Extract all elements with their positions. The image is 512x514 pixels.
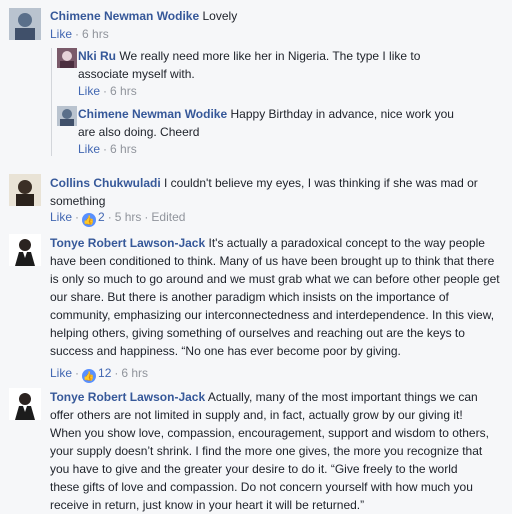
comment-text: Nki Ru We really need more like her in N… bbox=[78, 47, 448, 83]
like-button[interactable]: Like bbox=[50, 27, 72, 41]
avatar-photo-icon bbox=[9, 174, 41, 206]
comment-text: Tonye Robert Lawson-Jack It's actually a… bbox=[50, 234, 500, 360]
comment-text: Collins Chukwuladi I couldn't believe my… bbox=[50, 174, 490, 210]
commenter-name[interactable]: Tonye Robert Lawson-Jack bbox=[50, 236, 205, 250]
comment-actions: Like · 6 hrs bbox=[78, 84, 137, 98]
avatar[interactable] bbox=[9, 8, 41, 40]
avatar[interactable] bbox=[9, 234, 41, 266]
commenter-name[interactable]: Chimene Newman Wodike bbox=[78, 107, 227, 121]
commenter-name[interactable]: Collins Chukwuladi bbox=[50, 176, 161, 190]
comment-text: Tonye Robert Lawson-Jack Actually, many … bbox=[50, 388, 490, 514]
commenter-name[interactable]: Nki Ru bbox=[78, 49, 116, 63]
avatar[interactable] bbox=[9, 174, 41, 206]
comment-text: Chimene Newman Wodike Lovely bbox=[50, 7, 500, 25]
timestamp[interactable]: 5 hrs bbox=[115, 210, 142, 224]
like-button[interactable]: Like bbox=[78, 84, 100, 98]
edited-label[interactable]: Edited bbox=[151, 210, 185, 224]
commenter-name[interactable]: Tonye Robert Lawson-Jack bbox=[50, 390, 205, 404]
comment-body: It's actually a paradoxical concept to t… bbox=[50, 236, 500, 358]
comment-actions: Like · 6 hrs bbox=[78, 142, 137, 156]
comment-actions: Like · 👍 12 · 6 hrs bbox=[50, 366, 149, 383]
avatar-photo-icon bbox=[9, 8, 41, 40]
reply-thread-line bbox=[51, 48, 52, 156]
reaction-count[interactable]: 12 bbox=[98, 366, 111, 380]
comment-text: Chimene Newman Wodike Happy Birthday in … bbox=[78, 105, 458, 141]
timestamp[interactable]: 6 hrs bbox=[121, 366, 148, 380]
comment-body: We really need more like her in Nigeria.… bbox=[78, 49, 421, 81]
timestamp[interactable]: 6 hrs bbox=[110, 142, 137, 156]
comment-body: Actually, many of the most important thi… bbox=[50, 390, 489, 512]
avatar-photo-icon bbox=[57, 48, 77, 68]
like-button[interactable]: Like bbox=[50, 210, 72, 224]
avatar-photo-icon bbox=[9, 388, 41, 420]
commenter-name[interactable]: Chimene Newman Wodike bbox=[50, 9, 199, 23]
timestamp[interactable]: 6 hrs bbox=[82, 27, 109, 41]
like-reaction-icon[interactable]: 👍 bbox=[82, 369, 97, 383]
reaction-count[interactable]: 2 bbox=[98, 210, 105, 224]
like-reaction-icon[interactable]: 👍 bbox=[82, 213, 97, 227]
timestamp[interactable]: 6 hrs bbox=[110, 84, 137, 98]
comment-body: Lovely bbox=[202, 9, 238, 23]
like-button[interactable]: Like bbox=[78, 142, 100, 156]
like-button[interactable]: Like bbox=[50, 366, 72, 380]
avatar[interactable] bbox=[57, 106, 77, 126]
comment-actions: Like · 👍 2 · 5 hrs · Edited bbox=[50, 210, 186, 227]
avatar-photo-icon bbox=[9, 234, 41, 266]
avatar-photo-icon bbox=[57, 106, 77, 126]
comment-actions: Like · 6 hrs bbox=[50, 27, 109, 41]
avatar[interactable] bbox=[57, 48, 77, 68]
avatar[interactable] bbox=[9, 388, 41, 420]
